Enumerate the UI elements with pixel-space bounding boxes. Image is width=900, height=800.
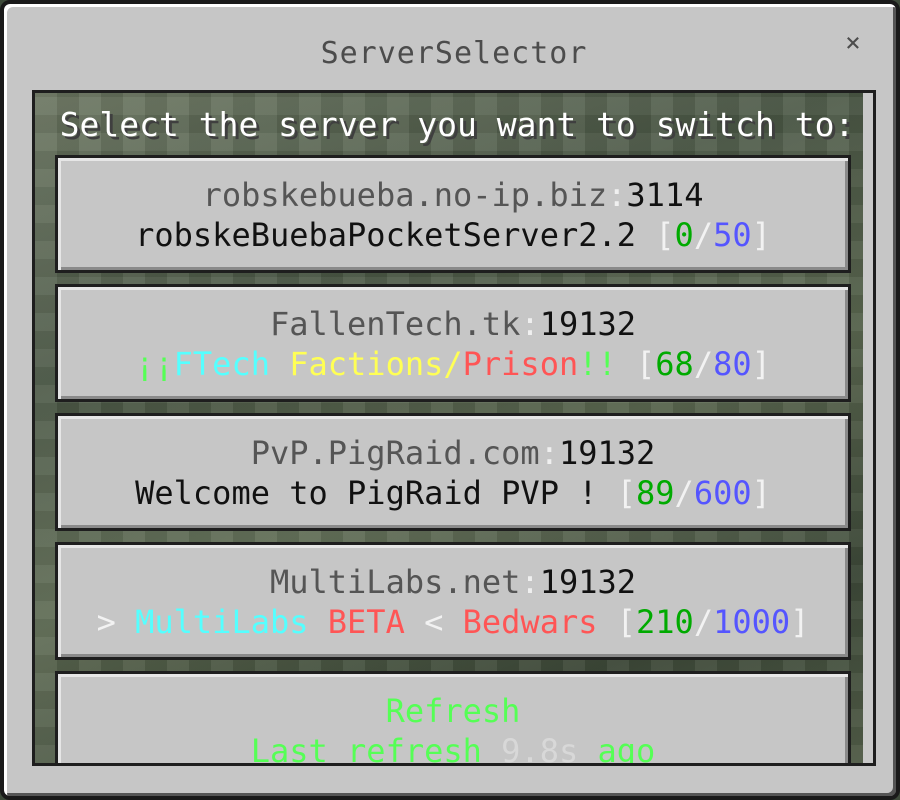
motd-segment: ¡¡ <box>135 345 174 383</box>
refresh-button[interactable]: Refresh Last refresh 9.8s ago <box>55 671 851 766</box>
motd-segment: Factions/ <box>289 345 463 383</box>
players-close-bracket: ] <box>751 345 771 383</box>
players-online: 210 <box>636 603 694 641</box>
players-open-bracket: [ <box>636 345 656 383</box>
server-port: 19132 <box>539 305 637 343</box>
motd-segment: Prison <box>462 345 579 383</box>
players-open-bracket: [ <box>616 603 637 641</box>
players-open-bracket: [ <box>616 474 637 512</box>
server-motd: robskeBuebaPocketServer2.2 [0/50] <box>58 216 848 254</box>
players-slash: / <box>674 474 694 512</box>
players-open-bracket: [ <box>655 216 675 254</box>
last-refresh-status: Last refresh 9.8s ago <box>58 732 848 766</box>
motd-segment: robskeBuebaPocketServer2.2 <box>135 216 656 254</box>
server-port: 19132 <box>539 563 637 601</box>
motd-segment: BETA <box>327 603 425 641</box>
server-motd: > MultiLabs BETA < Bedwars [210/1000] <box>58 603 848 641</box>
last-refresh-prefix: Last refresh <box>250 732 502 766</box>
motd-segment: !! <box>578 345 637 383</box>
select-server-prompt: Select the server you want to switch to: <box>59 105 855 144</box>
server-button-multilabs[interactable]: MultiLabs.net:19132 > MultiLabs BETA < B… <box>55 542 851 660</box>
address-separator: : <box>520 305 540 343</box>
server-host: FallenTech.tk <box>269 305 521 343</box>
server-host: PvP.PigRaid.com <box>250 434 540 472</box>
players-slash: / <box>693 345 714 383</box>
server-motd: Welcome to PigRaid PVP ! [89/600] <box>58 474 848 512</box>
motd-segment: > <box>96 603 136 641</box>
server-address: FallenTech.tk:19132 <box>58 305 848 343</box>
last-refresh-suffix: ago <box>578 732 656 766</box>
server-selector-window: ServerSelector × Select the server you w… <box>0 0 900 800</box>
players-slash: / <box>693 216 714 254</box>
address-separator: : <box>607 176 627 214</box>
players-close-bracket: ] <box>751 216 771 254</box>
server-port: 3114 <box>626 176 704 214</box>
server-motd: ¡¡FTech Factions/Prison!! [68/80] <box>58 345 848 383</box>
motd-segment: FTech <box>173 345 290 383</box>
address-separator: : <box>539 434 559 472</box>
players-online: 89 <box>636 474 675 512</box>
server-button-robskebueba[interactable]: robskebueba.no-ip.biz:3114 robskeBuebaPo… <box>55 155 851 273</box>
address-separator: : <box>520 563 540 601</box>
server-address: MultiLabs.net:19132 <box>58 563 848 601</box>
players-max: 80 <box>713 345 752 383</box>
server-button-pigraid[interactable]: PvP.PigRaid.com:19132 Welcome to PigRaid… <box>55 413 851 531</box>
close-icon[interactable]: × <box>840 30 866 56</box>
players-slash: / <box>693 603 714 641</box>
server-button-fallentech[interactable]: FallenTech.tk:19132 ¡¡FTech Factions/Pri… <box>55 284 851 402</box>
players-max: 50 <box>713 216 752 254</box>
players-close-bracket: ] <box>790 603 810 641</box>
motd-segment: < <box>424 603 463 641</box>
server-address: robskebueba.no-ip.biz:3114 <box>58 176 848 214</box>
last-refresh-value: 9.8s <box>501 732 579 766</box>
players-max: 600 <box>693 474 752 512</box>
motd-segment: MultiLabs <box>135 603 328 641</box>
players-online: 0 <box>674 216 694 254</box>
motd-segment: Welcome to PigRaid PVP ! <box>135 474 617 512</box>
server-address: PvP.PigRaid.com:19132 <box>58 434 848 472</box>
players-online: 68 <box>655 345 694 383</box>
window-title: ServerSelector <box>320 36 588 71</box>
server-port: 19132 <box>558 434 656 472</box>
server-list-panel[interactable]: Select the server you want to switch to:… <box>32 90 876 766</box>
server-host: robskebueba.no-ip.biz <box>202 176 608 214</box>
refresh-label: Refresh <box>385 692 521 730</box>
motd-segment: Bedwars <box>462 603 617 641</box>
players-close-bracket: ] <box>751 474 771 512</box>
players-max: 1000 <box>713 603 791 641</box>
server-host: MultiLabs.net <box>269 563 521 601</box>
